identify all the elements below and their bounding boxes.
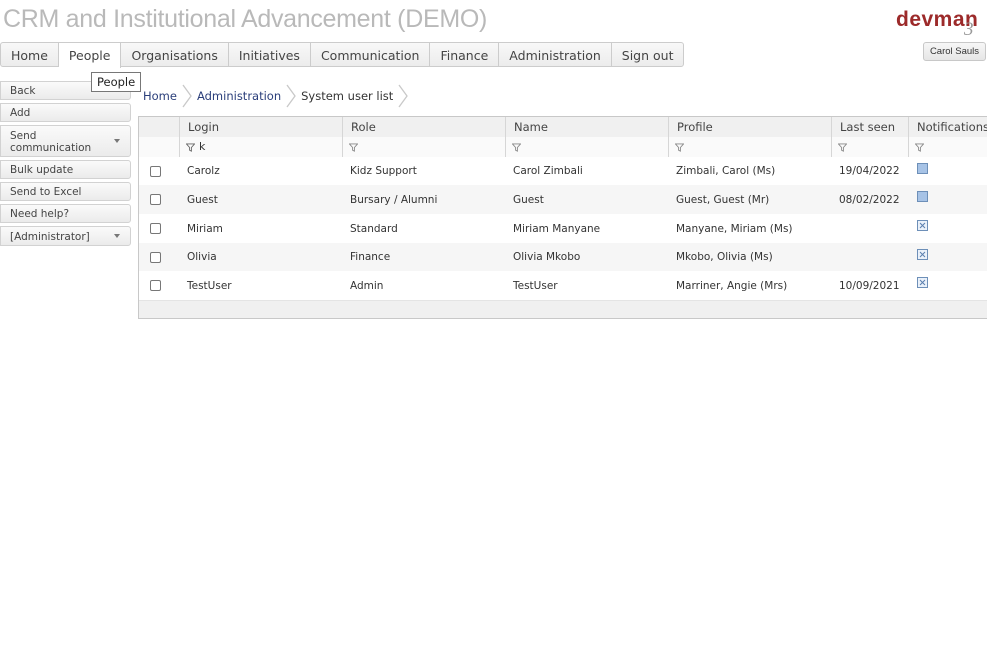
column-header-name[interactable]: Name <box>505 117 669 137</box>
row-checkbox[interactable] <box>150 271 161 300</box>
menu-administration[interactable]: Administration <box>499 43 612 66</box>
cell-name: TestUser <box>513 279 558 292</box>
filter-icon <box>186 142 195 152</box>
breadcrumb-administration[interactable]: Administration <box>193 84 285 108</box>
breadcrumb: Home Administration System user list <box>139 84 409 108</box>
filter-icon <box>915 142 924 152</box>
cell-last-seen: 08/02/2022 <box>839 193 900 206</box>
send-communication-label-1: Send <box>10 130 37 142</box>
cell-login: Carolz <box>187 165 220 177</box>
table-row[interactable]: Carolz Kidz Support Carol Zimbali Zimbal… <box>139 157 987 186</box>
chevron-down-icon <box>114 139 120 143</box>
administrator-label: [Administrator] <box>10 231 90 243</box>
cell-profile: Guest, Guest (Mr) <box>676 193 770 206</box>
menu-initiatives[interactable]: Initiatives <box>229 43 311 66</box>
bulk-update-button[interactable]: Bulk update <box>0 160 131 179</box>
cell-login: TestUser <box>187 279 232 292</box>
cell-role: Admin <box>350 279 384 292</box>
cell-login: Guest <box>187 193 218 206</box>
chevron-down-icon <box>114 234 120 238</box>
devman-logo-number: 3 <box>964 19 974 40</box>
filter-notifications[interactable] <box>908 137 987 157</box>
cell-name: Carol Zimbali <box>513 165 583 177</box>
menu-finance[interactable]: Finance <box>430 43 500 66</box>
menu-home[interactable]: Home <box>1 43 59 66</box>
add-button[interactable]: Add <box>0 103 131 122</box>
cell-role: Standard <box>350 222 398 235</box>
main-menu: Home People Organisations Initiatives Co… <box>0 42 685 68</box>
filter-login[interactable]: k <box>179 137 343 157</box>
breadcrumb-separator-icon <box>286 84 296 108</box>
cell-profile: Marriner, Angie (Mrs) <box>676 279 788 292</box>
menu-communication[interactable]: Communication <box>311 43 431 66</box>
grid-filter-row: k <box>139 137 987 158</box>
column-header-notifications[interactable]: Notifications <box>908 117 987 137</box>
table-row[interactable]: TestUser Admin TestUser Marriner, Angie … <box>139 271 987 301</box>
send-communication-label-2: communication <box>10 142 92 154</box>
column-header-role[interactable]: Role <box>342 117 506 137</box>
table-row[interactable]: Miriam Standard Miriam Manyane Manyane, … <box>139 214 987 244</box>
administrator-dropdown[interactable]: [Administrator] <box>0 226 131 246</box>
row-checkbox[interactable] <box>150 243 161 271</box>
row-checkbox[interactable] <box>150 214 161 243</box>
filter-name[interactable] <box>505 137 669 157</box>
column-header-last-seen[interactable]: Last seen <box>831 117 909 137</box>
cell-name: Miriam Manyane <box>513 222 601 235</box>
cell-role: Kidz Support <box>350 165 417 177</box>
send-to-excel-button[interactable]: Send to Excel <box>0 182 131 201</box>
menu-tooltip: People <box>91 72 142 92</box>
menu-organisations[interactable]: Organisations <box>121 43 229 66</box>
cell-last-seen: 19/04/2022 <box>839 165 900 177</box>
row-checkbox[interactable] <box>150 185 161 214</box>
column-header-profile[interactable]: Profile <box>668 117 832 137</box>
menu-sign-out[interactable]: Sign out <box>612 43 684 66</box>
cell-name: Guest <box>513 193 544 206</box>
system-user-grid: Login Role Name Profile Last seen Notifi… <box>138 116 987 319</box>
breadcrumb-system-user-list: System user list <box>301 89 394 103</box>
grid-header: Login Role Name Profile Last seen Notifi… <box>139 117 987 138</box>
filter-icon <box>512 142 521 152</box>
column-header-login[interactable]: Login <box>179 117 343 137</box>
cell-profile: Manyane, Miriam (Ms) <box>676 222 793 235</box>
filter-icon <box>349 142 358 152</box>
filter-profile[interactable] <box>668 137 832 157</box>
cell-profile: Mkobo, Olivia (Ms) <box>676 251 773 263</box>
cell-role: Finance <box>350 251 391 263</box>
cell-last-seen: 10/09/2021 <box>839 279 900 292</box>
filter-login-value: k <box>199 140 206 153</box>
app-title: CRM and Institutional Advancement (DEMO) <box>3 5 488 33</box>
table-row[interactable]: Olivia Finance Olivia Mkobo Mkobo, Olivi… <box>139 243 987 272</box>
grid-footer <box>139 301 987 318</box>
user-account-button[interactable]: Carol Sauls <box>923 42 986 61</box>
need-help-button[interactable]: Need help? <box>0 204 131 223</box>
breadcrumb-separator-icon <box>398 84 409 108</box>
filter-icon <box>675 142 684 152</box>
filter-icon <box>838 142 847 152</box>
cell-login: Olivia <box>187 251 217 263</box>
breadcrumb-separator-icon <box>182 84 192 108</box>
send-communication-button[interactable]: Send communication <box>0 125 131 157</box>
cell-profile: Zimbali, Carol (Ms) <box>676 165 776 177</box>
breadcrumb-home[interactable]: Home <box>139 84 181 108</box>
cell-name: Olivia Mkobo <box>513 251 581 263</box>
menu-people[interactable]: People <box>58 43 122 68</box>
table-row[interactable]: Guest Bursary / Alumni Guest Guest, Gues… <box>139 185 987 215</box>
filter-role[interactable] <box>342 137 506 157</box>
cell-role: Bursary / Alumni <box>350 193 438 206</box>
row-checkbox[interactable] <box>150 157 161 185</box>
filter-last-seen[interactable] <box>831 137 909 157</box>
cell-login: Miriam <box>187 222 223 235</box>
